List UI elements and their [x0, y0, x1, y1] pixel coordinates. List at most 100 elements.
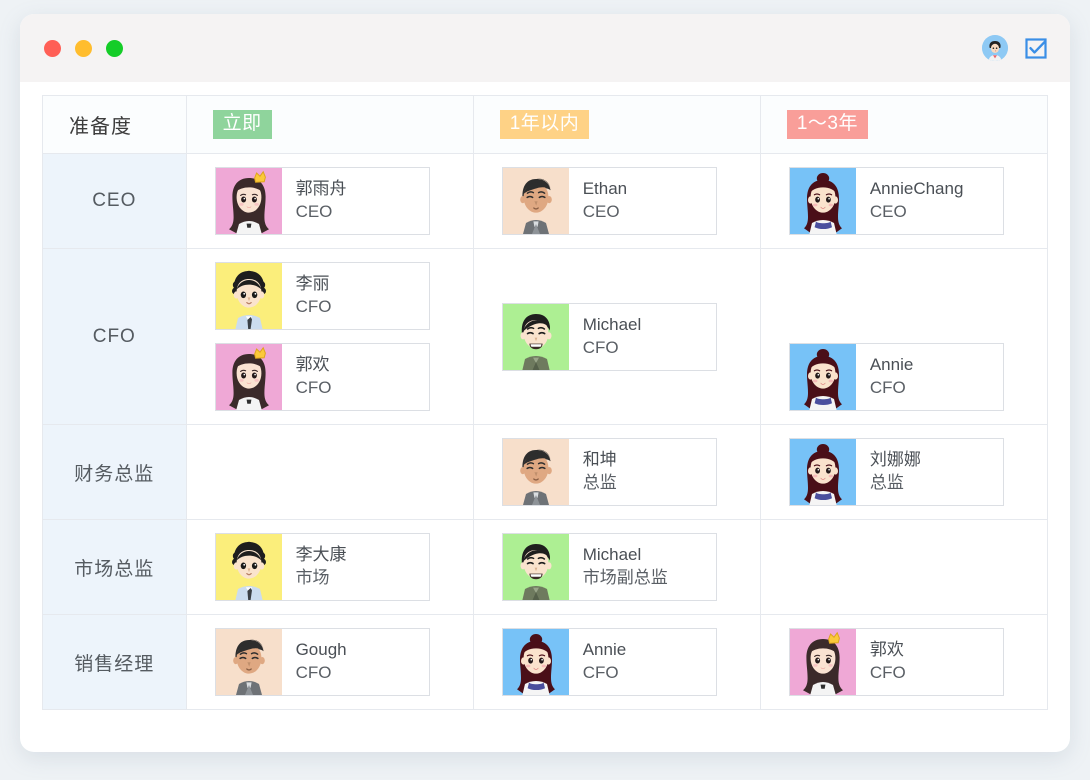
person-card[interactable]: Annie CFO [501, 628, 717, 696]
person-name: 刘娜娜 [869, 450, 921, 470]
table-row: CFO 李丽 CFO 郭欢 CFO Michael CFO Annie CFO [42, 248, 1049, 425]
readiness-header-label: 准备度 [69, 116, 132, 138]
readiness-tag[interactable]: 1年以内 [499, 109, 590, 140]
person-card[interactable]: Michael CFO [501, 302, 717, 371]
person-role: 市场 [295, 568, 330, 587]
person-card[interactable]: 刘娜娜 总监 [788, 438, 1004, 506]
person-info: Ethan CEO [569, 168, 716, 234]
card-stack: Ethan CEO [474, 154, 760, 248]
person-info: Annie CFO [856, 344, 1003, 410]
person-name: Gough [295, 640, 347, 660]
person-card[interactable]: 和坤 总监 [501, 438, 717, 506]
matrix-cell: 郭欢 CFO [759, 614, 1049, 710]
person-card[interactable]: 李丽 CFO [214, 262, 430, 330]
person-card[interactable]: 郭雨舟 CEO [214, 167, 430, 235]
person-name: Michael [582, 545, 642, 565]
user-avatar-icon[interactable] [982, 35, 1008, 61]
person-card[interactable]: Ethan CEO [501, 167, 717, 235]
traffic-lights [44, 39, 123, 57]
person-card[interactable]: 郭欢 CFO [214, 343, 430, 411]
table-row: 市场总监 李大康 市场 Michael 市场副总监 [42, 519, 1049, 615]
card-spacer [789, 262, 1004, 330]
person-avatar-icon [789, 439, 856, 505]
person-info: 郭欢 CFO [282, 344, 429, 410]
table-body: 准备度 立即 1年以内 1～3年 CEO 郭雨舟 CEO Ethan CEO AnnieChang… [42, 95, 1049, 710]
card-stack [761, 528, 1047, 606]
person-avatar-icon [215, 263, 282, 329]
maximize-window-button[interactable] [106, 39, 123, 57]
person-card[interactable]: 李大康 市场 [214, 533, 430, 601]
card-stack: 刘娜娜 总监 [761, 425, 1047, 519]
person-avatar-icon [789, 344, 856, 410]
person-name: Annie [869, 355, 914, 375]
person-name: AnnieChang [869, 179, 964, 199]
person-name: 李丽 [295, 274, 330, 294]
role-row-label: CFO [42, 248, 187, 425]
person-name: 郭欢 [869, 640, 904, 660]
card-stack [187, 433, 473, 511]
person-info: 郭雨舟 CEO [282, 168, 429, 234]
person-avatar-icon [502, 303, 569, 370]
person-avatar-icon [215, 534, 282, 600]
matrix-cell: 李大康 市场 [185, 519, 474, 615]
minimize-window-button[interactable] [75, 39, 92, 57]
person-avatar-icon [502, 534, 569, 600]
person-avatar-icon [215, 168, 282, 234]
person-avatar-icon [789, 168, 856, 234]
person-role: CEO [869, 202, 907, 221]
person-info: Annie CFO [569, 629, 716, 695]
person-card[interactable]: Annie CFO [788, 343, 1004, 411]
person-role: CFO [869, 378, 906, 397]
person-info: 刘娜娜 总监 [856, 439, 1003, 505]
person-role: 市场副总监 [582, 568, 668, 587]
checkbox-icon[interactable] [1024, 36, 1048, 60]
person-role: CEO [295, 202, 333, 221]
role-row-label: CEO [42, 153, 187, 249]
close-window-button[interactable] [44, 39, 61, 57]
person-name: Ethan [582, 179, 628, 199]
person-name: Annie [582, 640, 627, 660]
person-role: CFO [582, 337, 619, 357]
person-avatar-icon [502, 629, 569, 695]
person-card[interactable]: Michael 市场副总监 [501, 533, 717, 601]
person-info: AnnieChang CEO [856, 168, 1003, 234]
card-stack: Annie CFO [761, 249, 1047, 424]
matrix-cell: Gough CFO [185, 614, 474, 710]
person-avatar-icon [789, 629, 856, 695]
matrix-cell: Michael 市场副总监 [472, 519, 761, 615]
person-card[interactable]: Gough CFO [214, 628, 430, 696]
table-row: 销售经理 Gough CFO Annie CFO 郭欢 CFO [42, 614, 1049, 710]
table-row: CEO 郭雨舟 CEO Ethan CEO AnnieChang CEO [42, 153, 1049, 249]
person-name: 郭雨舟 [295, 179, 347, 199]
person-info: Michael 市场副总监 [569, 534, 716, 600]
person-avatar-icon [502, 168, 569, 234]
readiness-tag[interactable]: 1～3年 [786, 109, 868, 140]
table-header-row: 准备度 立即 1年以内 1～3年 [42, 95, 1049, 154]
person-name: Michael [582, 314, 642, 334]
header-label-cell: 准备度 [42, 95, 187, 154]
card-stack: Annie CFO [474, 615, 760, 709]
person-role: CFO [295, 378, 332, 397]
person-info: 和坤 总监 [569, 439, 716, 505]
readiness-tag[interactable]: 立即 [212, 109, 272, 140]
person-role: CFO [582, 663, 619, 682]
matrix-cell: Michael CFO [472, 248, 761, 425]
person-avatar-icon [215, 629, 282, 695]
card-stack: 李丽 CFO 郭欢 CFO [187, 249, 473, 424]
person-info: Michael CFO [569, 304, 716, 370]
person-card[interactable]: AnnieChang CEO [788, 167, 1004, 235]
window-titlebar [20, 14, 1070, 82]
person-card[interactable]: 郭欢 CFO [788, 628, 1004, 696]
card-stack: 郭雨舟 CEO [187, 154, 473, 248]
readiness-table: 准备度 立即 1年以内 1～3年 CEO 郭雨舟 CEO Ethan CEO AnnieChang… [42, 95, 1049, 710]
matrix-cell: Annie CFO [472, 614, 761, 710]
matrix-cell: 郭雨舟 CEO [185, 153, 474, 249]
person-avatar-icon [502, 439, 569, 505]
person-name: 李大康 [295, 545, 347, 565]
card-stack: Michael 市场副总监 [474, 520, 760, 614]
person-role: CFO [869, 663, 906, 682]
person-avatar-icon [215, 344, 282, 410]
person-info: Gough CFO [282, 629, 429, 695]
header-tag-cell-1: 1年以内 [472, 95, 761, 154]
person-role: CEO [582, 202, 620, 221]
